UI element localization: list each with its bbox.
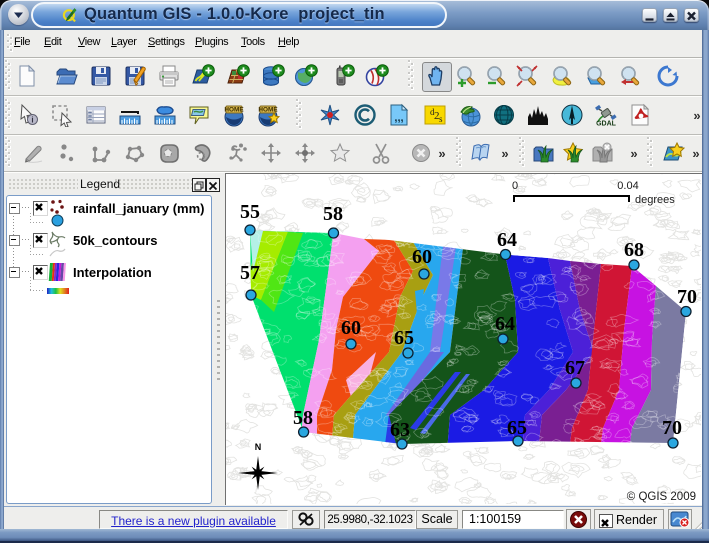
svg-text:»: » xyxy=(692,146,699,161)
svg-text:64: 64 xyxy=(497,229,517,251)
svg-text:58: 58 xyxy=(323,203,343,225)
svg-text:64: 64 xyxy=(495,313,515,335)
svg-text:,,,: ,,, xyxy=(394,112,403,124)
svg-text:degrees: degrees xyxy=(635,194,675,206)
svg-text:0: 0 xyxy=(512,180,518,192)
svg-text:s: s xyxy=(439,114,443,124)
svg-text:»: » xyxy=(693,108,700,123)
svg-text:HOME: HOME xyxy=(258,107,278,114)
svg-text:© QGIS 2009: © QGIS 2009 xyxy=(627,491,696,503)
svg-text:60: 60 xyxy=(341,317,361,339)
svg-text:HOME: HOME xyxy=(224,107,244,114)
svg-text:63: 63 xyxy=(390,419,410,441)
svg-text:0.04: 0.04 xyxy=(617,180,638,192)
svg-text:70: 70 xyxy=(662,417,682,439)
svg-text:60: 60 xyxy=(412,246,432,268)
svg-text:58: 58 xyxy=(293,407,313,429)
svg-text:i: i xyxy=(31,116,33,125)
svg-text:»: » xyxy=(501,146,508,161)
svg-text:67: 67 xyxy=(565,357,585,379)
svg-text:57: 57 xyxy=(240,262,260,284)
svg-text:»: » xyxy=(438,146,445,161)
svg-text:68: 68 xyxy=(624,239,644,261)
svg-text:70: 70 xyxy=(677,286,697,308)
svg-text:»: » xyxy=(630,146,637,161)
svg-text:N: N xyxy=(255,442,262,452)
svg-text:65: 65 xyxy=(394,327,414,349)
svg-text:65: 65 xyxy=(507,417,527,439)
svg-text:55: 55 xyxy=(240,201,260,223)
svg-text:GDAL: GDAL xyxy=(596,121,617,128)
